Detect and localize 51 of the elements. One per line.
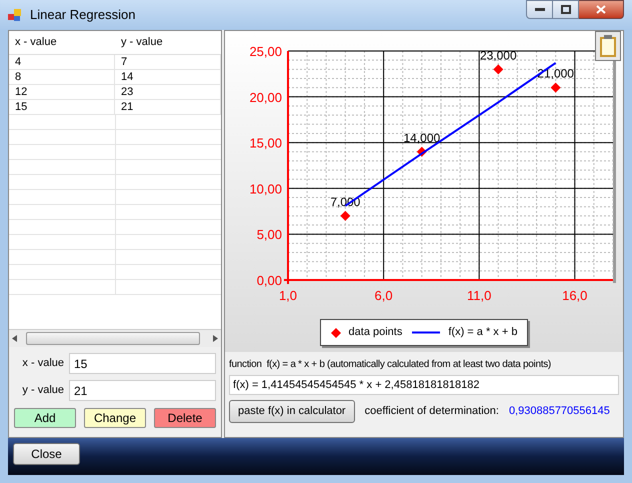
- window-title: Linear Regression: [30, 6, 136, 24]
- coefficient-label: coefficient of determination:: [364, 404, 499, 420]
- scroll-left-icon: [12, 335, 17, 342]
- table-cell: 12: [9, 85, 115, 99]
- table-cell: 23: [115, 85, 221, 99]
- table-cell: 8: [9, 70, 115, 84]
- minimize-icon: [534, 8, 544, 11]
- tick-label: 15,00: [249, 136, 282, 151]
- action-button[interactable]: Delete: [154, 408, 216, 428]
- table-cell: 7: [115, 55, 221, 69]
- table-cell: 21: [115, 100, 221, 114]
- data-label: 23,000: [480, 48, 517, 62]
- input-field[interactable]: 21: [69, 380, 216, 401]
- clipboard-icon: [599, 34, 617, 58]
- close-dialog-button[interactable]: Close: [13, 443, 80, 465]
- tick-label: 6,0: [374, 288, 393, 303]
- tick-label: 25,00: [249, 44, 282, 59]
- tick-label: 1,0: [278, 288, 298, 303]
- horizontal-scrollbar[interactable]: [9, 329, 221, 347]
- function-description: function f(x) = a * x + b (automatically calculated from at least two data points): [229, 358, 552, 372]
- data-label: 14,000: [403, 130, 440, 145]
- scrollbar-thumb[interactable]: [26, 332, 200, 345]
- input-field[interactable]: 15: [69, 353, 216, 374]
- action-button[interactable]: Change: [84, 408, 146, 428]
- app-icon: [8, 8, 22, 22]
- minimize-button[interactable]: [526, 0, 553, 19]
- tick-label: 5,00: [256, 227, 282, 242]
- close-icon: [596, 5, 606, 14]
- field-label: x - value: [21, 356, 64, 372]
- tick-label: 11,0: [467, 288, 492, 303]
- maximize-icon: [560, 5, 570, 14]
- table-cell: 15: [9, 100, 115, 114]
- close-button[interactable]: [579, 0, 624, 19]
- scroll-right-icon: [213, 335, 218, 342]
- tick-label: 10,00: [249, 181, 282, 196]
- table-cell: 4: [9, 55, 115, 69]
- legend-label: f(x) = a * x + b: [448, 325, 518, 340]
- coefficient-value: 0,930885770556145: [508, 404, 610, 420]
- column-header[interactable]: x - value: [9, 31, 115, 54]
- column-header[interactable]: y - value: [115, 31, 221, 54]
- table-cell: 14: [115, 70, 221, 84]
- legend-label: data points: [348, 325, 402, 340]
- maximize-button[interactable]: [553, 0, 579, 19]
- function-field[interactable]: f(x) = 1,41454545454545 * x + 2,45818181818182: [229, 375, 619, 395]
- clipboard-button[interactable]: [595, 31, 621, 61]
- field-label: y - value: [21, 383, 64, 398]
- tick-label: 16,0: [562, 288, 588, 303]
- paste-button[interactable]: paste f(x) in calculator: [229, 400, 355, 423]
- action-button[interactable]: Add: [14, 408, 76, 428]
- tick-label: 20,00: [249, 90, 282, 105]
- tick-label: 0,00: [256, 273, 282, 288]
